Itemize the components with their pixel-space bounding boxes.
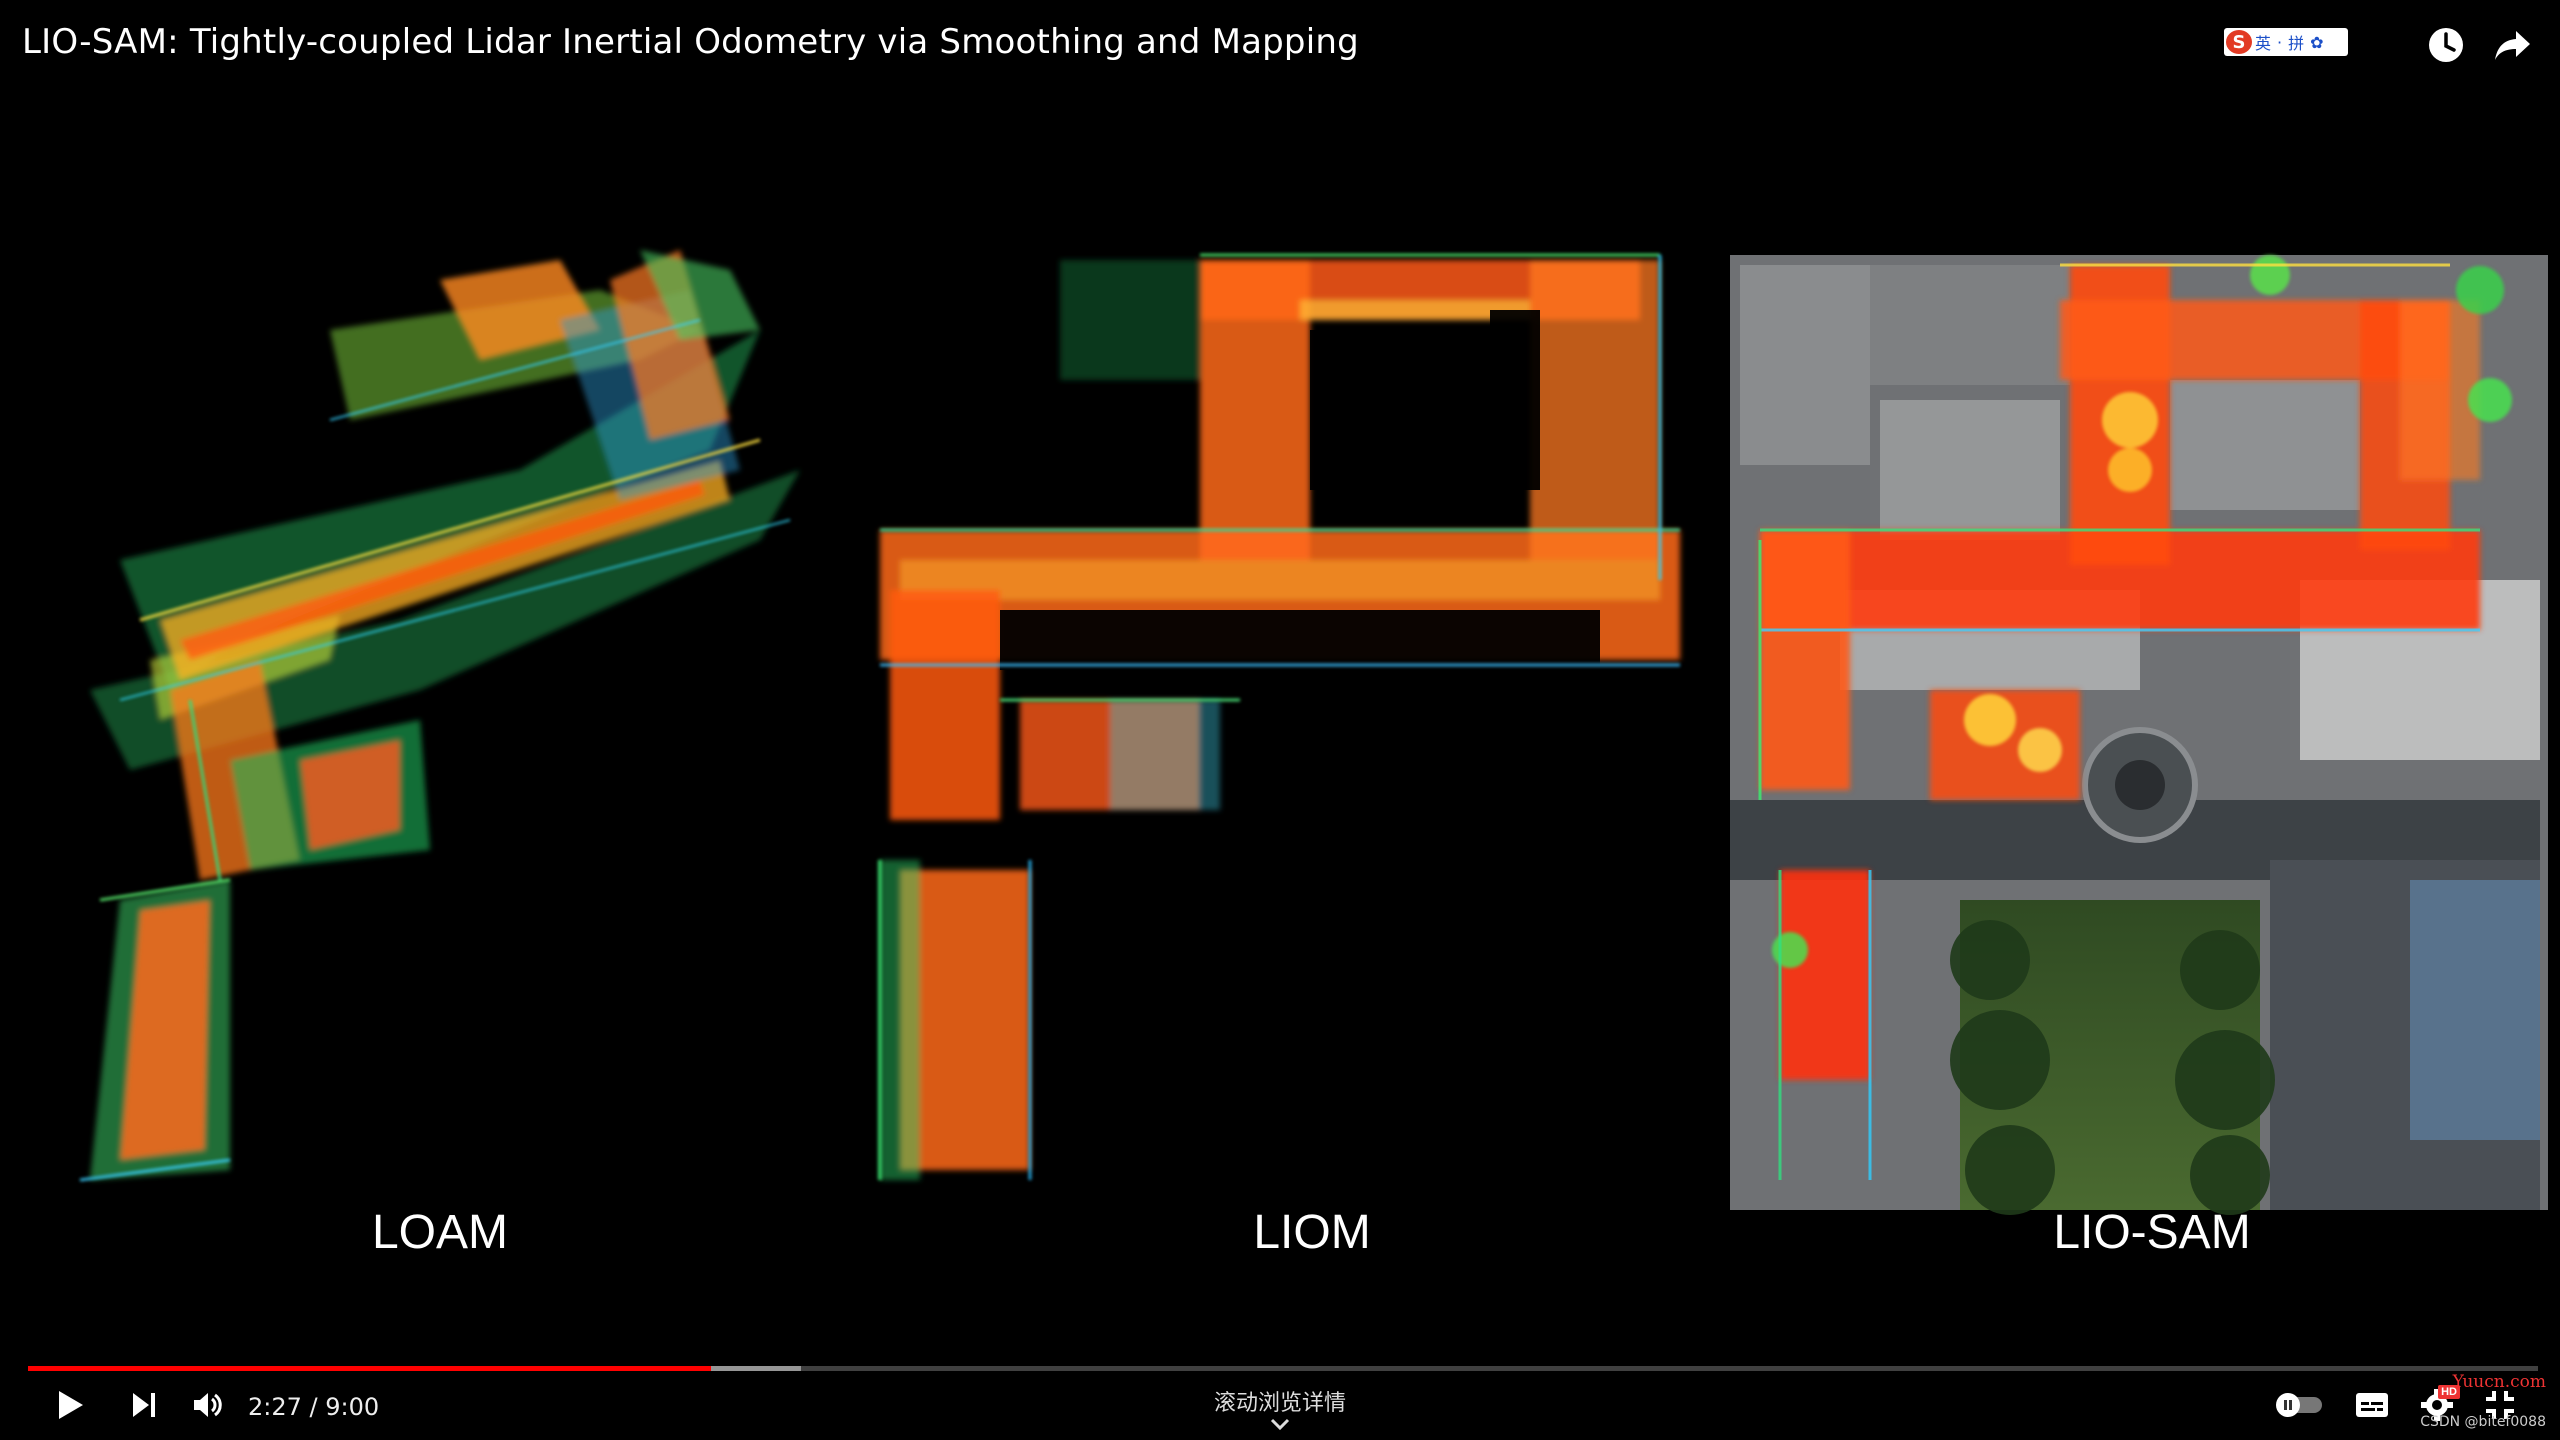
scroll-for-details[interactable]: 滚动浏览详情 bbox=[1214, 1385, 1346, 1431]
panel-label-liom: LIOM bbox=[1253, 1206, 1371, 1259]
top-right-actions: S 英 · 拼 ✿ bbox=[2140, 0, 2560, 90]
panel-label-lio-sam: LIO-SAM bbox=[2053, 1206, 2251, 1259]
ime-item[interactable]: 拼 bbox=[2288, 30, 2304, 54]
ime-logo: S bbox=[2226, 30, 2252, 54]
watermark-site: Yuucn.com bbox=[2452, 1372, 2546, 1392]
share-icon bbox=[2495, 31, 2530, 60]
play-button[interactable] bbox=[48, 1383, 92, 1427]
subtitles-icon bbox=[2356, 1393, 2388, 1417]
progress-played bbox=[28, 1366, 711, 1371]
progress-bar[interactable] bbox=[28, 1363, 2538, 1373]
ime-item[interactable]: 英 bbox=[2255, 30, 2271, 54]
video-frame[interactable]: LIO-SAM: Tightly-coupled Lidar Inertial … bbox=[0, 0, 2560, 1440]
panel-label-loam: LOAM bbox=[371, 1206, 509, 1259]
liom-map bbox=[878, 253, 1680, 1180]
play-icon bbox=[59, 1391, 83, 1419]
loam-map bbox=[79, 250, 800, 1182]
next-button[interactable] bbox=[122, 1383, 166, 1427]
player-controls: 2:27 / 9:00 滚动浏览详情 HD bbox=[0, 1375, 2560, 1440]
autoplay-toggle[interactable] bbox=[2272, 1385, 2328, 1425]
chevron-down-icon bbox=[1270, 1418, 1290, 1431]
autoplay-toggle-icon bbox=[2276, 1393, 2322, 1417]
ime-toolbar[interactable]: S 英 · 拼 ✿ bbox=[2224, 28, 2348, 56]
watermark-credit: CSDN @bitef0088 bbox=[2420, 1414, 2546, 1430]
watch-later-button[interactable] bbox=[2423, 22, 2469, 68]
scroll-hint-label: 滚动浏览详情 bbox=[1213, 1391, 1347, 1416]
subtitles-button[interactable] bbox=[2350, 1385, 2394, 1425]
video-title[interactable]: LIO-SAM: Tightly-coupled Lidar Inertial … bbox=[22, 22, 1359, 62]
share-button[interactable] bbox=[2489, 22, 2535, 68]
time-display: 2:27 / 9:00 bbox=[248, 1393, 380, 1421]
ime-item[interactable]: · bbox=[2277, 33, 2282, 52]
clock-icon bbox=[2429, 28, 2463, 62]
volume-button[interactable] bbox=[186, 1383, 230, 1427]
ime-item[interactable]: ✿ bbox=[2310, 33, 2323, 52]
lio-sam-map bbox=[1730, 255, 2548, 1215]
next-icon bbox=[133, 1393, 155, 1417]
volume-icon bbox=[194, 1393, 222, 1417]
